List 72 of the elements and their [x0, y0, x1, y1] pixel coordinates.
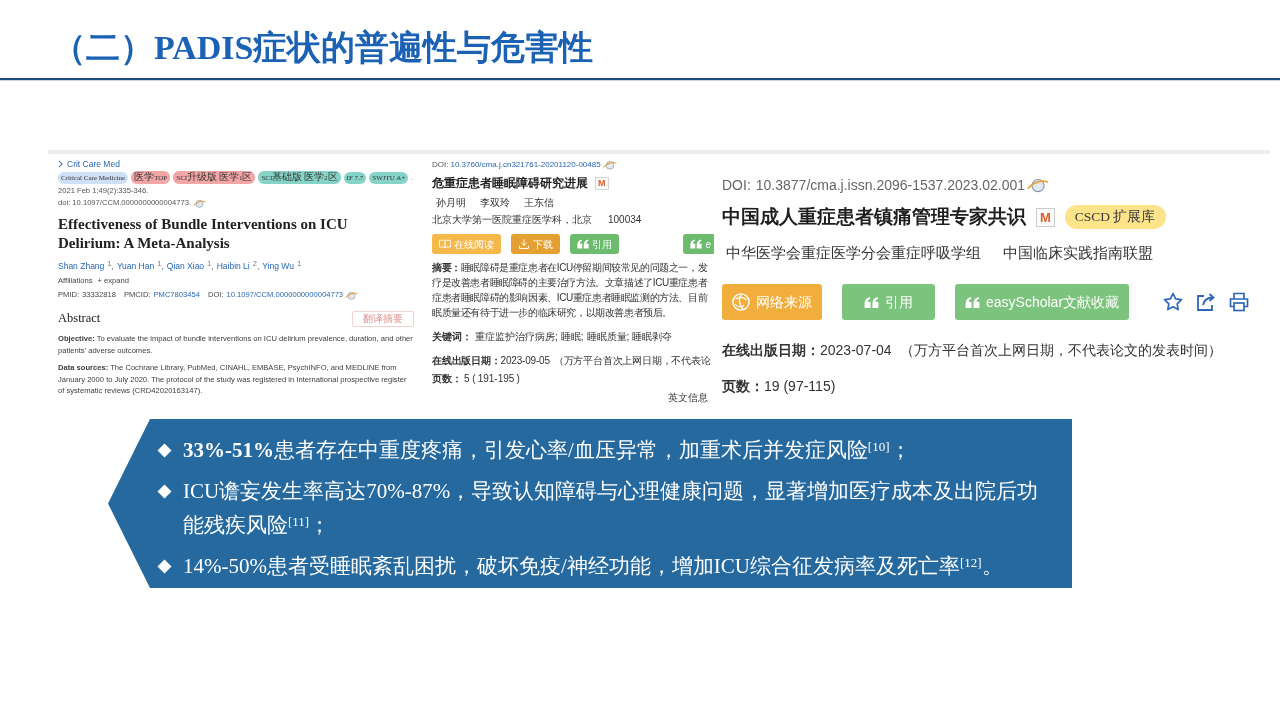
planet-icon[interactable]	[345, 290, 359, 300]
index-badge: CSCD 扩展库	[1064, 205, 1166, 229]
download-icon	[518, 239, 530, 249]
bullet-text: 33%-51%患者存在中重度疼痛，引发心率/血压异常，加重术后并发症风险$^{[10]}$；	[183, 437, 911, 464]
keywords-label: 关键词：	[432, 330, 472, 344]
letter-tile[interactable]: M	[1036, 207, 1055, 227]
author-link[interactable]: Haibin Li	[216, 259, 250, 273]
pages-label: 页数：	[722, 377, 764, 396]
author-link[interactable]: Ying Wu	[262, 259, 294, 273]
keyword-link[interactable]: 睡眠质量;	[586, 329, 630, 344]
quote-icon	[965, 296, 980, 308]
author-link[interactable]: Yuan Han	[116, 259, 155, 273]
abstract-line: 疗是改善患者睡眠障碍的主要治疗方法。文章描述了ICU重症患者	[432, 276, 708, 290]
closing-parenthesis: )	[516, 372, 520, 386]
date-value: 2023-07-04	[820, 341, 892, 360]
keyword-link[interactable]: 睡眠;	[560, 329, 584, 344]
planet-icon[interactable]	[602, 159, 617, 170]
date-note: （万方平台首次上网日期，不代表论	[553, 354, 711, 368]
author-separator: ,	[256, 260, 260, 273]
letter-tile[interactable]: M	[595, 176, 609, 190]
author-link[interactable]: 中国临床实践指南联盟	[1003, 242, 1153, 264]
pages-count: 5 (	[464, 372, 476, 386]
diamond-bullet-icon	[157, 559, 172, 574]
doi-label: DOI:	[722, 176, 751, 195]
article-title: 中国成人重症患者镇痛管理专家共识	[722, 205, 1026, 229]
doi-link[interactable]: 10.3877/cma.j.issn.2096-1537.2023.02.001	[755, 174, 1026, 196]
author-separator: ,	[211, 260, 214, 273]
author-link[interactable]: 孙月明	[436, 194, 466, 212]
planet-icon[interactable]	[1027, 177, 1050, 193]
author-link[interactable]: 王东信	[524, 194, 554, 212]
print-icon[interactable]	[1229, 292, 1250, 312]
pages-label: 页数：	[432, 372, 462, 386]
english-info-link[interactable]: 英文信息	[668, 390, 708, 405]
doi-label: DOI:	[432, 159, 449, 171]
quote-icon	[690, 239, 703, 249]
diamond-bullet-icon	[157, 484, 172, 499]
chevron-icon	[58, 160, 63, 168]
quote-icon	[864, 296, 879, 308]
bullet-text: 14%-50%患者受睡眠紊乱困扰，破坏免疫/神经功能，增加ICU综合征发病率及死亡率$^{[12]}$。	[183, 553, 1003, 580]
star-icon[interactable]	[1163, 292, 1184, 312]
author-link[interactable]: Shan Zhang	[58, 259, 105, 273]
affiliation-link[interactable]: 100034	[608, 212, 642, 228]
planet-icon[interactable]	[193, 198, 206, 208]
bullet-text: ICU谵妄发生率高达70%-87%，导致认知障碍与心理健康问题，显著增加医疗成本及出院后功能残疾风险$^{[11]}$；	[183, 478, 1040, 539]
quote-icon	[577, 239, 589, 249]
share-icon[interactable]	[1196, 292, 1217, 312]
affiliation-link[interactable]: 北京大学第一医院重症医学科，北京	[432, 212, 592, 228]
abstract-heading: Abstract	[58, 310, 101, 327]
article-title: 危重症患者睡眠障碍研究进展	[432, 175, 588, 192]
date-note: （万方平台首次上网日期，不代表论文的发表时间）	[899, 341, 1222, 360]
globe-icon	[732, 293, 750, 311]
author-separator: ,	[161, 260, 164, 273]
keyword-link[interactable]: 睡眠剥夺	[632, 329, 673, 344]
keyword-link[interactable]: 重症监护治疗病房;	[475, 329, 558, 344]
pages-link[interactable]: 191-195	[477, 371, 515, 386]
abstract-line: 症患者睡眠障碍的影响因素、ICU重症患者睡眠监测的方法、目前	[432, 291, 708, 305]
date-label: 在线出版日期：	[432, 354, 501, 368]
author-link[interactable]: 中华医学会重症医学分会重症呼吸学组	[726, 242, 981, 264]
doi-link[interactable]: 10.3760/cma.j.cn321761-20201120-00485	[450, 158, 601, 171]
author-link[interactable]: 李双玲	[480, 194, 510, 212]
author-link[interactable]: Qian Xiao	[166, 259, 205, 273]
abstract-line: 眠质量还有待于进一步的临床研究，以期改善患者预后。	[432, 306, 673, 320]
pages-value: 19 (97-115)	[764, 377, 836, 396]
book-icon	[439, 239, 451, 249]
article-title: Effectiveness of Bundle Interventions on ICU Delirium: A Meta-Analysis	[58, 215, 349, 253]
slide-title: （二）PADIS症状的普遍性与危害性	[52, 28, 595, 68]
author-separator: ,	[111, 260, 114, 273]
date-value: 2023-09-05	[500, 354, 550, 368]
abstract-line: 摘要：睡眠障碍是重症患者在ICU停留期间较常见的问题之一，发	[432, 261, 708, 275]
diamond-bullet-icon	[157, 443, 172, 458]
journal-link[interactable]: Crit Care Med	[67, 158, 120, 170]
date-label: 在线出版日期：	[722, 341, 820, 360]
